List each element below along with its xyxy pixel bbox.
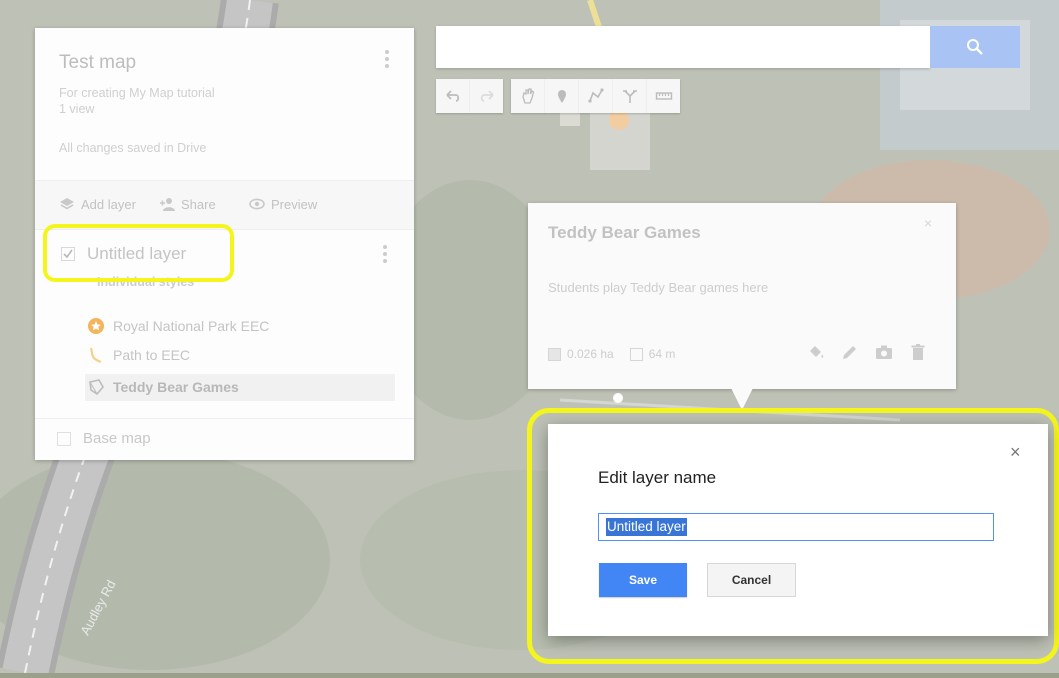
add-layer-label: Add layer: [81, 196, 136, 212]
line-path-icon: [89, 347, 102, 364]
map-view-count: 1 view: [59, 102, 95, 116]
selected-text: Untitled layer: [606, 518, 687, 536]
trash-icon[interactable]: [908, 342, 928, 362]
add-person-icon: [160, 198, 175, 211]
layer-name-highlight: [43, 224, 234, 282]
directions-icon: [622, 90, 637, 103]
layers-icon: [60, 198, 74, 210]
feature-label: Teddy Bear Games: [113, 379, 239, 395]
expand-arrow-icon[interactable]: [57, 431, 71, 446]
share-button[interactable]: Share: [159, 196, 216, 212]
preview-label: Preview: [271, 196, 318, 212]
feature-label: Path to EEC: [113, 347, 191, 363]
undo-icon: [445, 90, 459, 102]
add-layer-button[interactable]: Add layer: [59, 196, 136, 212]
search-icon: [967, 39, 983, 55]
feature-item-selected[interactable]: Teddy Bear Games: [87, 378, 239, 396]
close-icon[interactable]: ×: [924, 215, 932, 231]
dialog-title: Edit layer name: [598, 468, 717, 487]
redo-icon: [480, 90, 494, 102]
share-label: Share: [181, 196, 216, 212]
perimeter-icon: [629, 347, 643, 361]
feature-actions: [806, 342, 928, 362]
map-toolbar: [436, 79, 688, 113]
measure-button[interactable]: [647, 79, 680, 113]
save-button[interactable]: Save: [599, 563, 687, 597]
paint-bucket-icon[interactable]: [806, 342, 826, 362]
feature-info-card: Teddy Bear Games × Students play Teddy B…: [528, 203, 956, 389]
base-map-toggle[interactable]: Base map: [57, 430, 151, 447]
pencil-icon[interactable]: [840, 342, 860, 362]
draw-line-icon: [587, 88, 604, 103]
hand-icon: [521, 88, 534, 104]
camera-icon[interactable]: [874, 342, 894, 362]
map-description[interactable]: For creating My Map tutorial: [59, 86, 215, 100]
feature-item[interactable]: Royal National Park EEC: [87, 317, 269, 335]
divider: [35, 418, 414, 419]
marker-icon: [557, 90, 566, 103]
undo-button[interactable]: [436, 79, 470, 113]
card-pointer: [731, 388, 753, 410]
map-title[interactable]: Test map: [59, 52, 136, 74]
feature-label: Royal National Park EEC: [113, 318, 270, 334]
area-value: 0.026 ha: [567, 347, 614, 361]
select-items-button[interactable]: [511, 79, 545, 113]
base-map-label: Base map: [83, 430, 151, 447]
eye-icon: [249, 198, 265, 210]
cancel-button[interactable]: Cancel: [707, 563, 796, 597]
feature-description: Students play Teddy Bear games here: [548, 280, 769, 295]
search-button[interactable]: [930, 26, 1020, 68]
map-options-icon[interactable]: [385, 50, 391, 71]
feature-title: Teddy Bear Games: [548, 223, 701, 242]
polygon-shape-icon: [89, 379, 104, 396]
panel-actions: Add layer Share Preview: [35, 180, 414, 230]
redo-button[interactable]: [470, 79, 503, 113]
area-icon: [548, 347, 561, 361]
preview-button[interactable]: Preview: [249, 196, 317, 212]
edit-layer-name-dialog: × Edit layer name Untitled layer Save Ca…: [548, 424, 1048, 636]
close-icon[interactable]: ×: [1010, 442, 1021, 463]
perimeter-value: 64 m: [648, 347, 676, 361]
add-marker-button[interactable]: [545, 79, 579, 113]
draw-line-button[interactable]: [579, 79, 613, 113]
save-status: All changes saved in Drive: [59, 141, 207, 155]
layer-name-input[interactable]: Untitled layer: [598, 513, 994, 541]
directions-button[interactable]: [613, 79, 647, 113]
layer-options-icon[interactable]: [383, 245, 389, 266]
feature-item[interactable]: Path to EEC: [87, 346, 190, 364]
ruler-icon: [655, 92, 672, 100]
feature-measurements: 0.026 ha 64 m: [548, 347, 675, 361]
search-input[interactable]: [436, 26, 930, 68]
star-marker-icon: [88, 318, 104, 334]
